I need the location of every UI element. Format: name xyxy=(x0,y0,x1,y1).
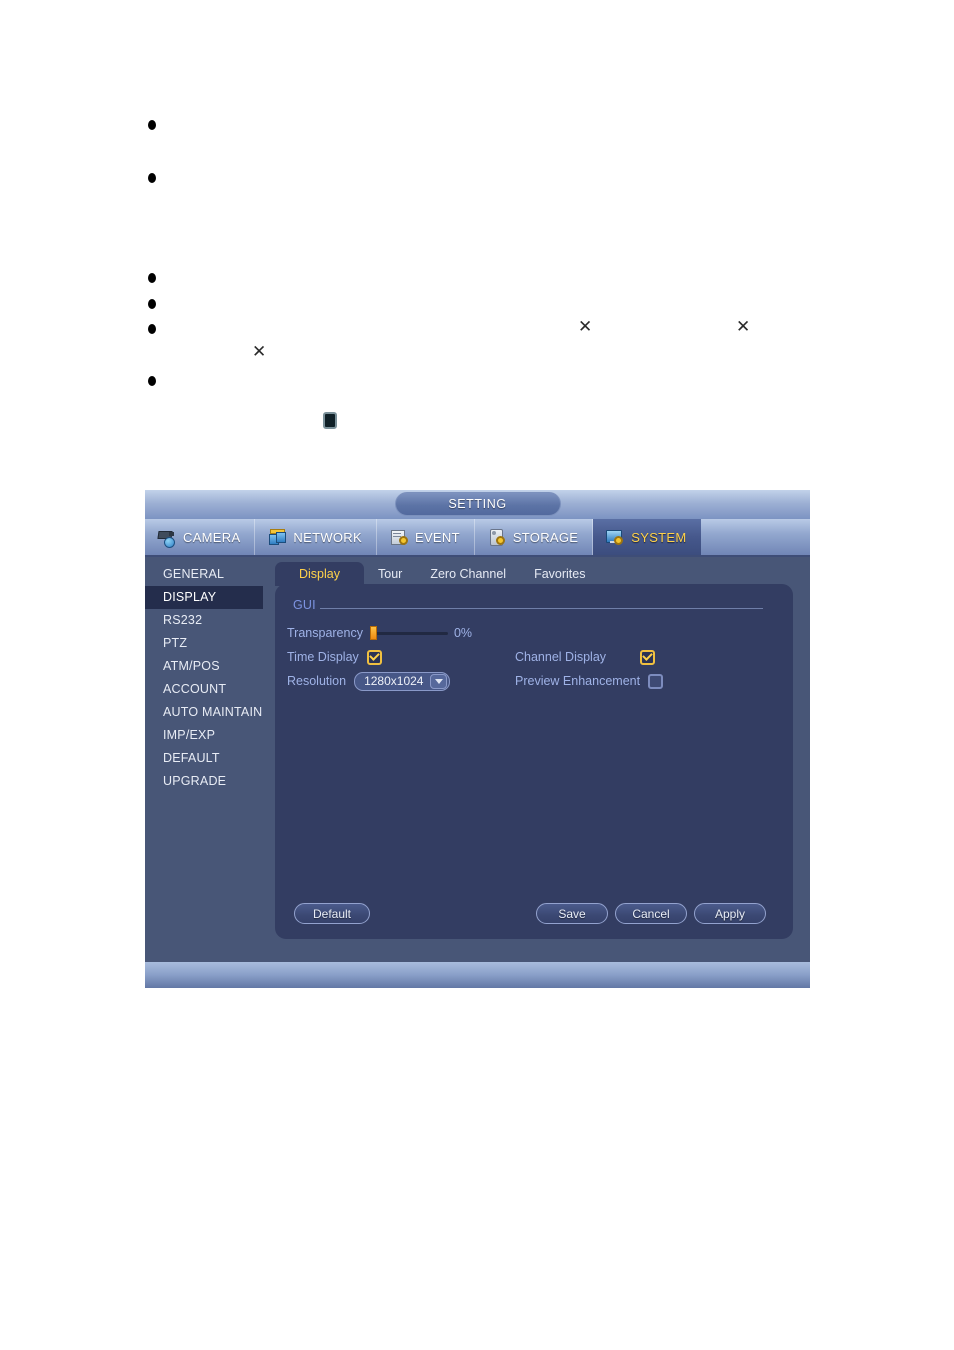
bullet-marker xyxy=(148,120,156,130)
x-mark-icon: ✕ xyxy=(736,317,751,336)
x-mark-icon: ✕ xyxy=(252,342,267,361)
page-title: SETTING xyxy=(394,492,561,516)
main-tab-label: SYSTEM xyxy=(631,529,687,545)
settings-sidebar: GENERAL DISPLAY RS232 PTZ ATM/POS ACCOUNT AUTO… xyxy=(145,557,263,793)
resolution-select[interactable]: 1280x1024 xyxy=(354,671,451,691)
time-display-label: Time Display xyxy=(287,650,359,664)
sidebar-item-general[interactable]: GENERAL xyxy=(145,563,263,586)
sidebar-item-atm-pos[interactable]: ATM/POS xyxy=(145,655,263,678)
document-bullet-area: ✕ ✕ ✕ xyxy=(0,0,954,470)
display-settings-panel: GUI Transparency 0% Time Display Channel… xyxy=(275,584,793,939)
display-toggles-row: Time Display Channel Display xyxy=(287,646,781,668)
tab-display[interactable]: Display xyxy=(275,562,364,586)
bullet-marker xyxy=(148,299,156,309)
panel-button-row: Default Save Cancel Apply xyxy=(275,903,793,925)
main-tab-event[interactable]: EVENT xyxy=(377,519,475,555)
sub-tab-bar: Display Tour Zero Channel Favorites xyxy=(275,561,599,586)
window-body: GENERAL DISPLAY RS232 PTZ ATM/POS ACCOUNT AUTO… xyxy=(145,557,810,988)
gui-group-title: GUI xyxy=(293,598,316,612)
transparency-label: Transparency xyxy=(287,626,363,640)
transparency-slider[interactable] xyxy=(369,626,448,640)
bullet-marker xyxy=(148,324,156,334)
gui-group-divider xyxy=(319,607,763,609)
main-tab-system[interactable]: SYSTEM xyxy=(593,519,701,555)
gui-form: Transparency 0% Time Display Channel Dis… xyxy=(287,622,781,694)
sidebar-item-ptz[interactable]: PTZ xyxy=(145,632,263,655)
bullet-marker xyxy=(148,376,156,386)
sidebar-item-upgrade[interactable]: UPGRADE xyxy=(145,770,263,793)
event-icon xyxy=(389,528,409,546)
window-bottom-strip xyxy=(145,962,810,988)
dvr-settings-window: SETTING CAMERA NETWORK EVENT STORAGE SYSTEM … xyxy=(145,490,810,988)
cancel-button[interactable]: Cancel xyxy=(615,903,687,924)
transparency-row: Transparency 0% xyxy=(287,622,781,644)
network-icon xyxy=(267,528,287,546)
tab-tour[interactable]: Tour xyxy=(364,562,416,586)
resolution-label: Resolution xyxy=(287,674,347,688)
resolution-value: 1280x1024 xyxy=(364,674,424,688)
tab-favorites[interactable]: Favorites xyxy=(520,562,599,586)
camera-icon xyxy=(157,528,177,548)
main-tab-network[interactable]: NETWORK xyxy=(255,519,377,555)
save-button[interactable]: Save xyxy=(536,903,608,924)
sidebar-item-rs232[interactable]: RS232 xyxy=(145,609,263,632)
resolution-row: Resolution 1280x1024 Preview Enhancement xyxy=(287,670,781,692)
storage-icon xyxy=(487,528,507,546)
x-mark-icon: ✕ xyxy=(578,317,593,336)
sidebar-item-auto-maintain[interactable]: AUTO MAINTAIN xyxy=(145,701,263,724)
system-icon xyxy=(605,528,625,546)
slider-knob[interactable] xyxy=(369,626,377,640)
channel-display-label: Channel Display xyxy=(515,650,607,664)
gui-group-header: GUI xyxy=(293,598,763,612)
transparency-value: 0% xyxy=(453,626,473,640)
main-tab-label: NETWORK xyxy=(293,529,362,545)
slider-track xyxy=(374,632,448,635)
default-button[interactable]: Default xyxy=(294,903,370,924)
tab-zero-channel[interactable]: Zero Channel xyxy=(416,562,520,586)
window-title-bar: SETTING xyxy=(145,490,810,519)
chevron-down-icon[interactable] xyxy=(430,673,448,689)
preview-enhancement-label: Preview Enhancement xyxy=(515,674,641,688)
apply-button[interactable]: Apply xyxy=(694,903,766,924)
sidebar-item-account[interactable]: ACCOUNT xyxy=(145,678,263,701)
main-tab-bar: CAMERA NETWORK EVENT STORAGE SYSTEM xyxy=(145,519,810,557)
main-tab-label: CAMERA xyxy=(183,529,241,545)
main-tab-label: STORAGE xyxy=(512,529,579,545)
bullet-marker xyxy=(148,273,156,283)
channel-display-checkbox[interactable] xyxy=(640,649,656,665)
main-tab-label: EVENT xyxy=(414,529,460,545)
bullet-marker xyxy=(148,173,156,183)
main-tab-camera[interactable]: CAMERA xyxy=(145,519,256,555)
time-display-checkbox[interactable] xyxy=(366,649,382,665)
sidebar-item-default[interactable]: DEFAULT xyxy=(145,747,263,770)
screen-button-icon xyxy=(323,412,337,429)
main-tab-storage[interactable]: STORAGE xyxy=(475,519,594,555)
preview-enhancement-checkbox[interactable] xyxy=(648,673,664,689)
sidebar-item-display[interactable]: DISPLAY xyxy=(145,586,263,609)
sidebar-item-imp-exp[interactable]: IMP/EXP xyxy=(145,724,263,747)
